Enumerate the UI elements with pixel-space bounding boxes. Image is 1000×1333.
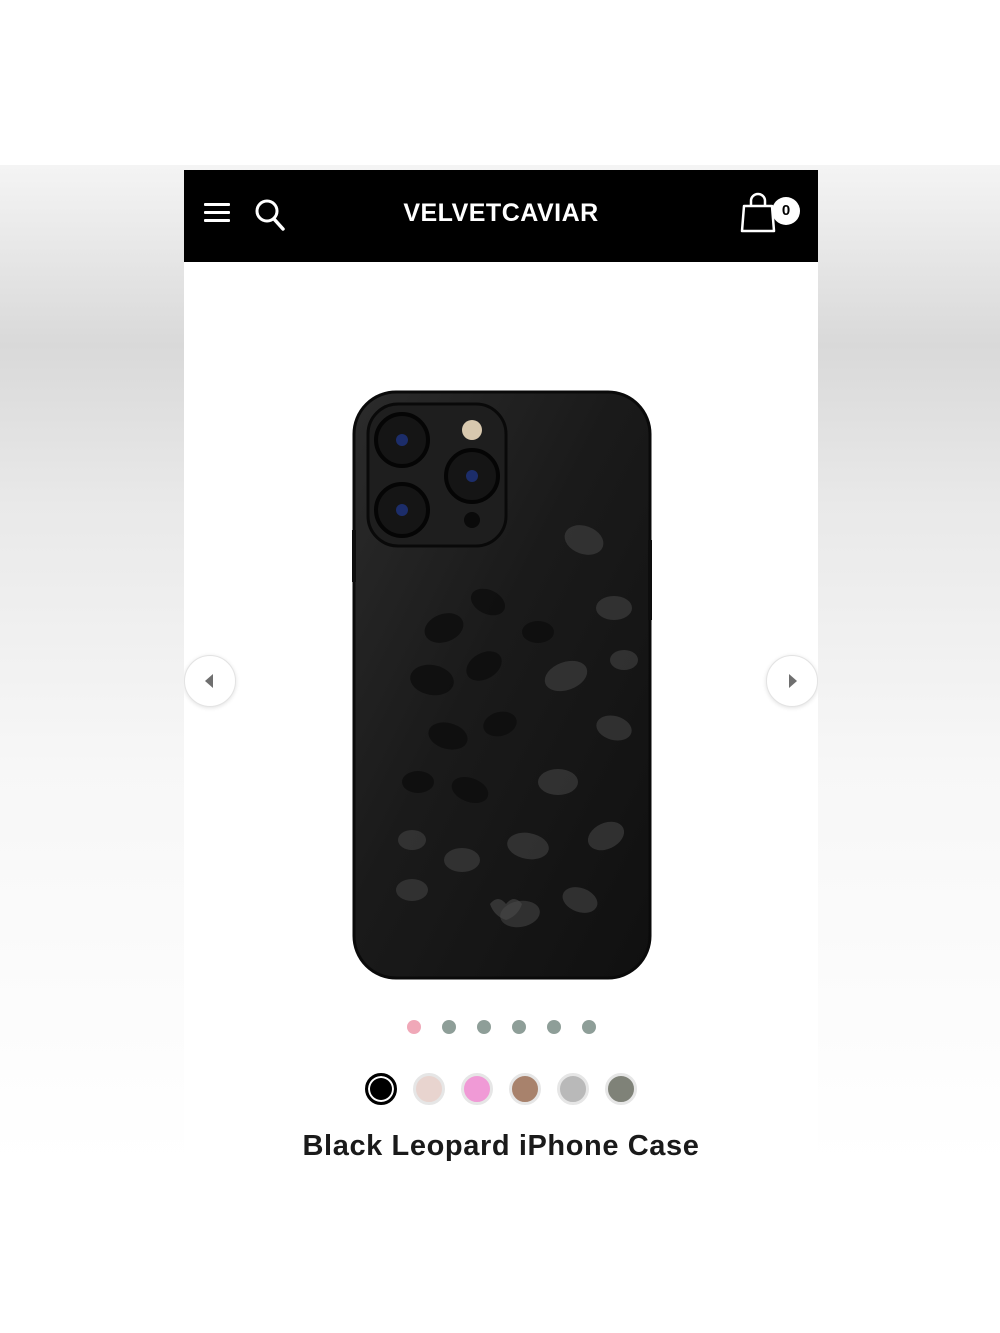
- brand-logo[interactable]: VELVETCAVIAR: [184, 199, 818, 228]
- chevron-right-icon: [789, 674, 797, 688]
- carousel-next-button[interactable]: [766, 655, 818, 707]
- shopping-bag-icon[interactable]: [740, 192, 776, 234]
- cart-count-badge[interactable]: 0: [772, 197, 800, 225]
- carousel-dot[interactable]: [511, 1020, 526, 1034]
- top-nav-bar: VELVETCAVIAR 0: [184, 170, 818, 262]
- color-swatch[interactable]: [557, 1073, 589, 1105]
- product-title: Black Leopard iPhone Case: [302, 1130, 700, 1162]
- product-page: VELVETCAVIAR 0 Black Leopard iPhone Case: [184, 170, 818, 1165]
- product-image-carousel: [184, 262, 818, 1022]
- black-leopard-phone-case: [352, 390, 652, 980]
- color-swatch-selected[interactable]: [365, 1073, 397, 1105]
- carousel-dot[interactable]: [476, 1020, 491, 1034]
- carousel-prev-button[interactable]: [184, 655, 236, 707]
- chevron-left-icon: [205, 674, 213, 688]
- carousel-pagination-dots: [184, 1020, 818, 1034]
- color-swatch[interactable]: [461, 1073, 493, 1105]
- carousel-dot[interactable]: [546, 1020, 561, 1034]
- color-swatch[interactable]: [605, 1073, 637, 1105]
- carousel-dot-active[interactable]: [406, 1020, 421, 1034]
- carousel-dot[interactable]: [581, 1020, 596, 1034]
- color-swatch[interactable]: [509, 1073, 541, 1105]
- color-swatch-selector: [184, 1073, 818, 1111]
- color-swatch[interactable]: [413, 1073, 445, 1105]
- carousel-dot[interactable]: [441, 1020, 456, 1034]
